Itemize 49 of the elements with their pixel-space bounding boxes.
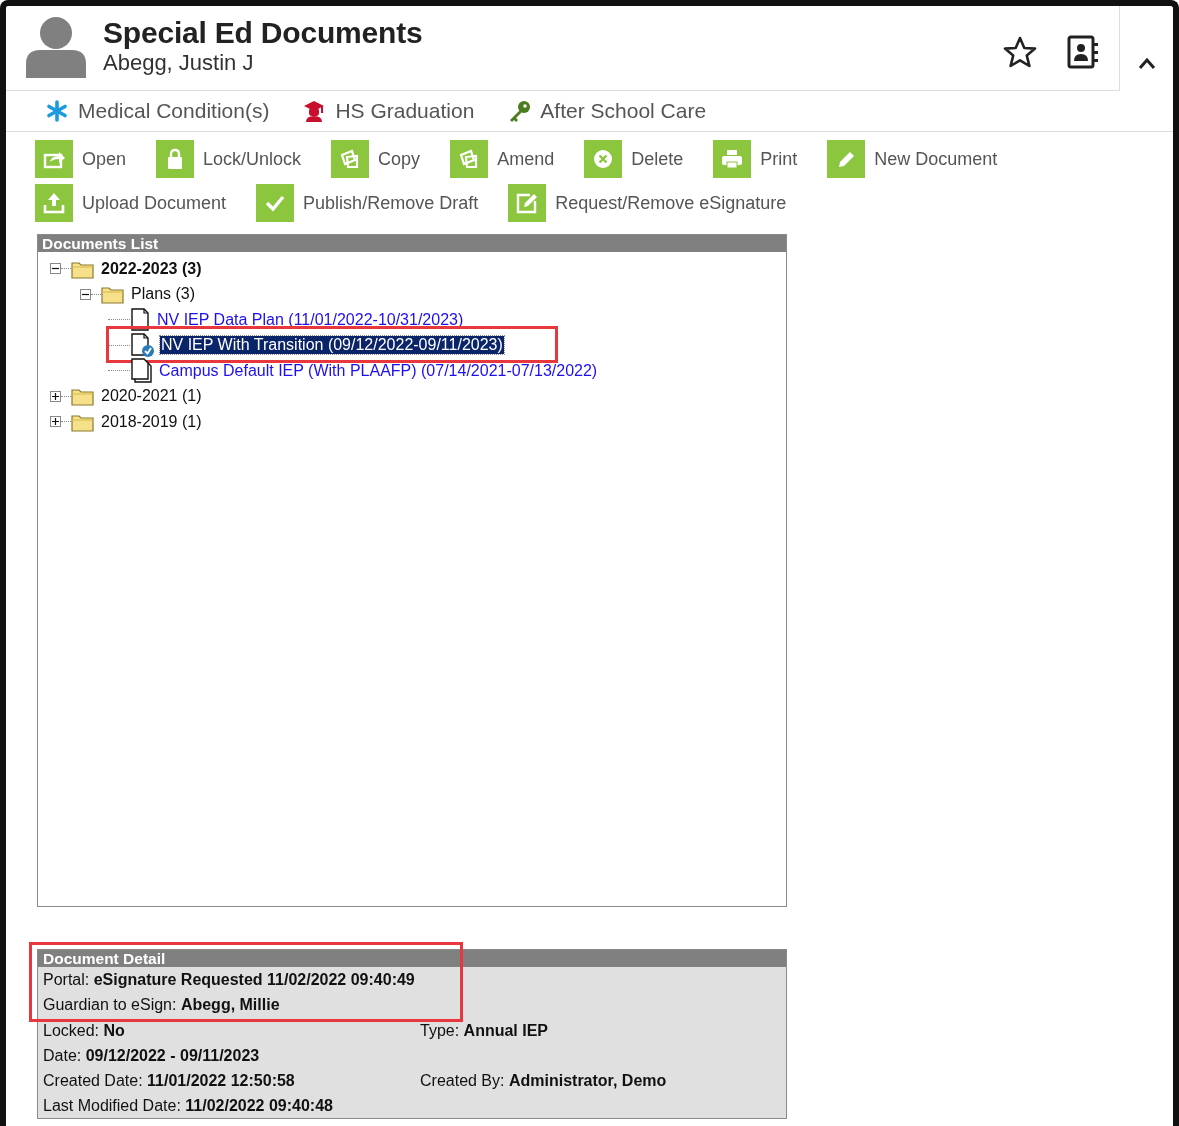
signed-document-icon (130, 333, 154, 358)
graduate-icon (303, 100, 326, 122)
document-link[interactable]: Campus Default IEP (With PLAAFP) (07/14/2021-07/13/2022) (158, 361, 599, 380)
toolbar-button[interactable]: Copy (331, 140, 421, 178)
panel-header: Documents List (38, 235, 786, 252)
contact-card-icon (1067, 35, 1099, 69)
toolbar-button[interactable]: New Document (827, 140, 998, 178)
flag-link[interactable]: After School Care (508, 99, 707, 123)
contacts-button[interactable] (1067, 35, 1099, 69)
flag-link[interactable]: HS Graduation (303, 99, 475, 123)
student-name: Abegg, Justin J (103, 50, 255, 76)
avatar-icon (26, 16, 86, 78)
detail-field: Portal: eSignature Requested 11/02/2022 09:40:49 (43, 970, 420, 989)
toolbar-button[interactable]: Publish/Remove Draft (256, 184, 479, 222)
toolbar-button[interactable]: Lock/Unlock (156, 140, 302, 178)
detail-field: Created By: Administrator, Demo (420, 1071, 786, 1090)
toolbar-button[interactable]: Request/Remove eSignature (508, 184, 787, 222)
collapse-toggle[interactable] (50, 263, 61, 275)
star-icon (1003, 36, 1037, 68)
expand-toggle[interactable] (50, 390, 61, 402)
detail-field: Date: 09/12/2022 - 09/11/2023 (43, 1046, 420, 1065)
detail-field: Guardian to eSign: Abegg, Millie (43, 995, 420, 1014)
documents-icon (130, 357, 152, 384)
detail-field: Type: Annual IEP (420, 1021, 786, 1040)
caret-up-icon (1137, 56, 1156, 71)
toolbar-button[interactable]: Upload Document (35, 184, 227, 222)
detail-field: Last Modified Date: 11/02/2022 09:40:48 (43, 1096, 420, 1115)
detail-field: Locked: No (43, 1021, 420, 1040)
toolbar-button[interactable]: Delete (584, 140, 684, 178)
folder-icon (101, 284, 124, 305)
document-link[interactable]: NV IEP Data Plan (11/01/2022-10/31/2023) (156, 310, 465, 329)
document-link[interactable]: NV IEP With Transition (09/12/2022-09/11/2023) (160, 336, 504, 355)
folder-label[interactable]: 2022-2023 (3) (100, 259, 203, 278)
expand-toggle[interactable] (50, 416, 61, 428)
favorite-button[interactable] (1003, 36, 1037, 68)
key-icon (508, 100, 531, 122)
toolbar-button[interactable]: Open (35, 140, 127, 178)
folder-label[interactable]: 2020-2021 (1) (100, 387, 203, 406)
toolbar-button[interactable]: Amend (450, 140, 555, 178)
detail-field: Created Date: 11/01/2022 12:50:58 (43, 1071, 420, 1090)
asterisk-icon (46, 100, 68, 122)
page-title: Special Ed Documents (103, 16, 423, 50)
folder-label[interactable]: Plans (3) (130, 285, 197, 304)
collapse-toggle[interactable] (80, 288, 91, 300)
toolbar-button[interactable]: Print (713, 140, 798, 178)
panel-header: Document Detail (38, 950, 786, 967)
folder-label[interactable]: 2018-2019 (1) (100, 412, 203, 431)
flag-link[interactable]: Medical Condition(s) (46, 99, 270, 123)
folder-icon (71, 386, 94, 407)
